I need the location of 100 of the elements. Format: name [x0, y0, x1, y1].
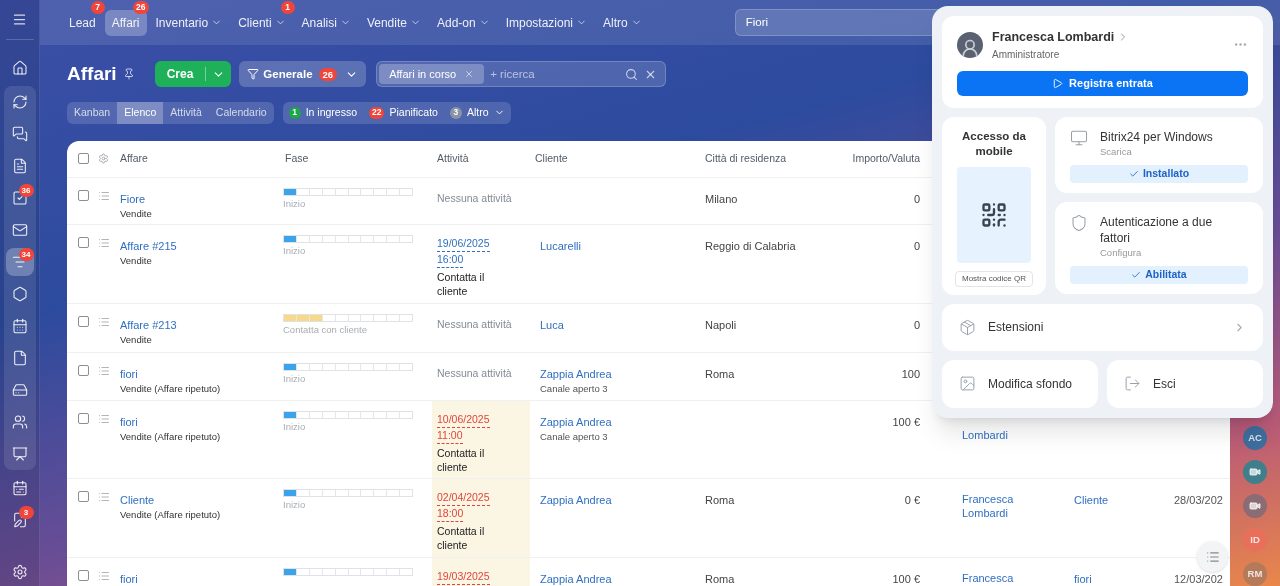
- card-subtitle[interactable]: Scarica: [1100, 144, 1213, 159]
- view-tab[interactable]: Attività: [163, 101, 209, 124]
- activity-date[interactable]: 10/06/2025: [437, 411, 490, 428]
- check-in-button[interactable]: Registra entrata: [957, 70, 1248, 96]
- client-link[interactable]: Zappia Andrea: [540, 365, 612, 382]
- owner-link[interactable]: Lombardi: [962, 505, 1008, 520]
- drag-handle-icon[interactable]: [98, 315, 110, 328]
- nav-tab[interactable]: Affari: [104, 9, 147, 36]
- counter-filter[interactable]: 22 Pianificato: [369, 104, 438, 121]
- column-header[interactable]: Attività: [432, 150, 530, 167]
- nav-tab[interactable]: Impostazioni: [498, 9, 595, 36]
- nav-tab[interactable]: Inventario: [148, 9, 230, 36]
- deal-link[interactable]: Fiore: [120, 190, 146, 207]
- source-link[interactable]: fiori: [1074, 572, 1092, 585]
- amount-text: 100: [901, 367, 920, 380]
- deal-link[interactable]: fiori: [120, 413, 138, 430]
- source-link[interactable]: Cliente: [1074, 493, 1109, 506]
- deal-link[interactable]: Cliente: [120, 491, 155, 508]
- search-icon[interactable]: [625, 67, 639, 81]
- drag-handle-icon[interactable]: [98, 412, 110, 425]
- card-subtitle[interactable]: Configura: [1100, 246, 1240, 261]
- column-header[interactable]: Cliente: [530, 150, 700, 167]
- drag-handle-icon[interactable]: [98, 490, 110, 503]
- row-checkbox[interactable]: [78, 569, 89, 581]
- sidebar-item[interactable]: 34: [5, 248, 34, 276]
- refresh-icon: [11, 94, 28, 110]
- document-icon: [11, 158, 28, 174]
- row-checkbox[interactable]: [78, 315, 89, 327]
- row-checkbox[interactable]: [78, 490, 89, 502]
- column-header[interactable]: Fase: [280, 150, 432, 167]
- hexagon-icon: [11, 286, 28, 302]
- create-button[interactable]: Crea: [154, 61, 232, 88]
- sidebar-item[interactable]: 36: [5, 184, 34, 212]
- row-checkbox[interactable]: [78, 153, 89, 164]
- activity-date[interactable]: 19/06/2025: [437, 235, 490, 252]
- view-tab[interactable]: Kanban: [67, 101, 118, 124]
- sidebar-item[interactable]: 3: [5, 506, 34, 534]
- deal-link[interactable]: Affare #213: [120, 316, 177, 333]
- show-qr-button[interactable]: Mostra codice QR: [955, 270, 1033, 287]
- city-text: Roma: [705, 493, 735, 506]
- deal-link[interactable]: fiori: [120, 365, 138, 382]
- filter-button[interactable]: Generale 26: [239, 61, 367, 88]
- status-chip: Installato: [1070, 165, 1248, 183]
- pin-icon[interactable]: [122, 68, 135, 81]
- drag-handle-icon[interactable]: [98, 189, 110, 202]
- view-tab[interactable]: Elenco: [117, 101, 164, 124]
- row-checkbox[interactable]: [78, 189, 89, 201]
- deal-link[interactable]: Affare #215: [120, 237, 177, 254]
- activity-time[interactable]: 11:00: [437, 427, 463, 444]
- client-link[interactable]: Zappia Andrea: [540, 491, 612, 508]
- nav-tab[interactable]: Altro: [596, 9, 649, 36]
- client-link[interactable]: Luca: [540, 316, 564, 333]
- column-header[interactable]: Importo/Valuta: [830, 150, 930, 167]
- stage-label: Contatta con cliente: [283, 322, 368, 337]
- client-link[interactable]: Zappia Andrea: [540, 413, 612, 430]
- close-icon[interactable]: [464, 69, 475, 80]
- mail-icon: [11, 222, 28, 238]
- row-checkbox[interactable]: [78, 236, 89, 248]
- owner-link[interactable]: Lombardi: [962, 427, 1008, 442]
- nav-tab[interactable]: Vendite: [359, 9, 428, 36]
- column-header[interactable]: Affare: [115, 150, 280, 167]
- extensions-item[interactable]: Estensioni: [942, 303, 1263, 351]
- video-call-button[interactable]: [1243, 460, 1267, 484]
- shield-icon: [1070, 214, 1088, 232]
- settings-icon[interactable]: [98, 153, 109, 164]
- search-field[interactable]: Affari in corso + ricerca: [376, 61, 667, 88]
- owner-link[interactable]: Francesca: [962, 491, 1014, 506]
- counter-filter[interactable]: 3 Altro: [449, 104, 505, 121]
- calendar-icon: [11, 318, 28, 334]
- counter-filter[interactable]: 1 In ingresso: [288, 104, 357, 121]
- nav-tab[interactable]: Add-on: [429, 9, 497, 36]
- people-icon: [11, 414, 28, 430]
- activity-date[interactable]: 02/04/2025: [437, 489, 490, 506]
- activity-time[interactable]: 18:00: [437, 505, 464, 522]
- nav-tab[interactable]: Analisi: [294, 9, 358, 36]
- drag-handle-icon[interactable]: [98, 236, 110, 249]
- video-call-button[interactable]: [1243, 494, 1267, 518]
- amount-text: 100 €: [892, 572, 920, 585]
- notification-count: 1: [280, 0, 295, 14]
- drag-handle-icon[interactable]: [98, 569, 110, 582]
- card-title[interactable]: Autenticazione a due fattori: [1100, 214, 1240, 246]
- row-checkbox[interactable]: [78, 364, 89, 376]
- deal-link[interactable]: fiori: [120, 570, 138, 586]
- menu-action[interactable]: Modifica sfondo: [942, 359, 1098, 408]
- search-input[interactable]: + ricerca: [490, 65, 620, 83]
- activity-date[interactable]: 19/03/2025: [437, 568, 490, 585]
- column-header[interactable]: Città di residenza: [700, 150, 830, 167]
- filter-chip[interactable]: Affari in corso: [379, 64, 485, 85]
- drag-handle-icon[interactable]: [98, 364, 110, 377]
- card-title[interactable]: Bitrix24 per Windows: [1100, 128, 1213, 145]
- chat-avatar[interactable]: AC: [1243, 426, 1267, 450]
- client-link[interactable]: Zappia Andrea: [540, 570, 612, 586]
- menu-action[interactable]: Esci: [1107, 359, 1263, 408]
- view-tab[interactable]: Calendario: [208, 101, 274, 124]
- client-link[interactable]: Lucarelli: [540, 237, 581, 254]
- activity-time[interactable]: 16:00: [437, 251, 464, 268]
- client-note: Canale aperto 3: [540, 430, 608, 444]
- row-checkbox[interactable]: [78, 412, 89, 424]
- owner-link[interactable]: Francesca: [962, 570, 1014, 585]
- chat-avatar[interactable]: RM: [1243, 562, 1267, 586]
